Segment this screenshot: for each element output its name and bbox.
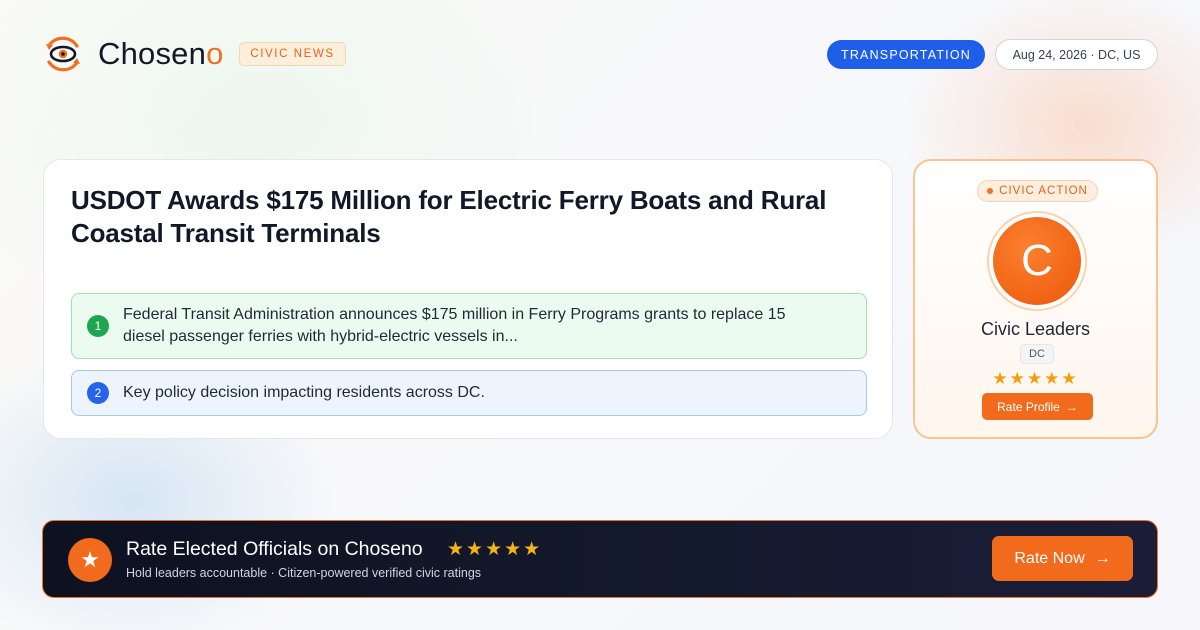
arrow-right-icon: →: [1065, 399, 1078, 414]
star-icon: ★: [68, 538, 112, 582]
brand-name-suffix: o: [206, 36, 224, 71]
point-text: Federal Transit Administration announces…: [123, 306, 786, 345]
article-headline: USDOT Awards $175 Million for Electric F…: [71, 185, 827, 248]
rate-profile-label: Rate Profile: [997, 399, 1060, 414]
point-number-badge: 1: [87, 315, 109, 337]
arrow-right-icon: →: [1094, 549, 1111, 567]
civic-news-badge: CIVIC NEWS: [239, 42, 346, 66]
topic-pill[interactable]: TRANSPORTATION: [827, 40, 985, 69]
date-location: Aug 24, 2026 · DC, US: [995, 39, 1158, 70]
banner-subtitle: Hold leaders accountable · Citizen-power…: [126, 566, 482, 580]
profile-card: CIVIC ACTION C Civic Leaders DC ★★★★★ Ra…: [913, 159, 1158, 439]
banner-title: Rate Elected Officials on Choseno: [126, 538, 423, 560]
civic-action-badge: CIVIC ACTION: [977, 180, 1098, 202]
brand-logo[interactable]: Choseno: [44, 36, 224, 72]
civic-action-label: CIVIC ACTION: [999, 185, 1088, 197]
key-point-1: 1 Federal Transit Administration announc…: [71, 293, 867, 359]
star-rating: ★★★★★: [992, 369, 1079, 388]
article-card: USDOT Awards $175 Million for Electric F…: [43, 159, 893, 439]
profile-name: Civic Leaders: [980, 319, 1091, 339]
avatar-ring: C: [987, 211, 1087, 311]
rate-now-label: Rate Now: [1014, 549, 1085, 567]
brand-name: Choseno: [98, 36, 224, 71]
key-point-2: 2 Key policy decision impacting resident…: [71, 370, 867, 416]
eye-logo-icon: [46, 36, 80, 72]
dot-icon: [987, 188, 994, 194]
point-text: Key policy decision impacting residents …: [123, 384, 485, 401]
rate-profile-button[interactable]: Rate Profile →: [982, 393, 1093, 420]
point-number-badge: 2: [87, 382, 109, 404]
rate-now-button[interactable]: Rate Now →: [992, 536, 1133, 581]
banner-star-rating: ★★★★★: [447, 539, 543, 560]
cta-banner: ★ Rate Elected Officials on Choseno ★★★★…: [42, 520, 1158, 598]
avatar[interactable]: C: [993, 217, 1081, 305]
region-badge: DC: [1020, 344, 1054, 364]
